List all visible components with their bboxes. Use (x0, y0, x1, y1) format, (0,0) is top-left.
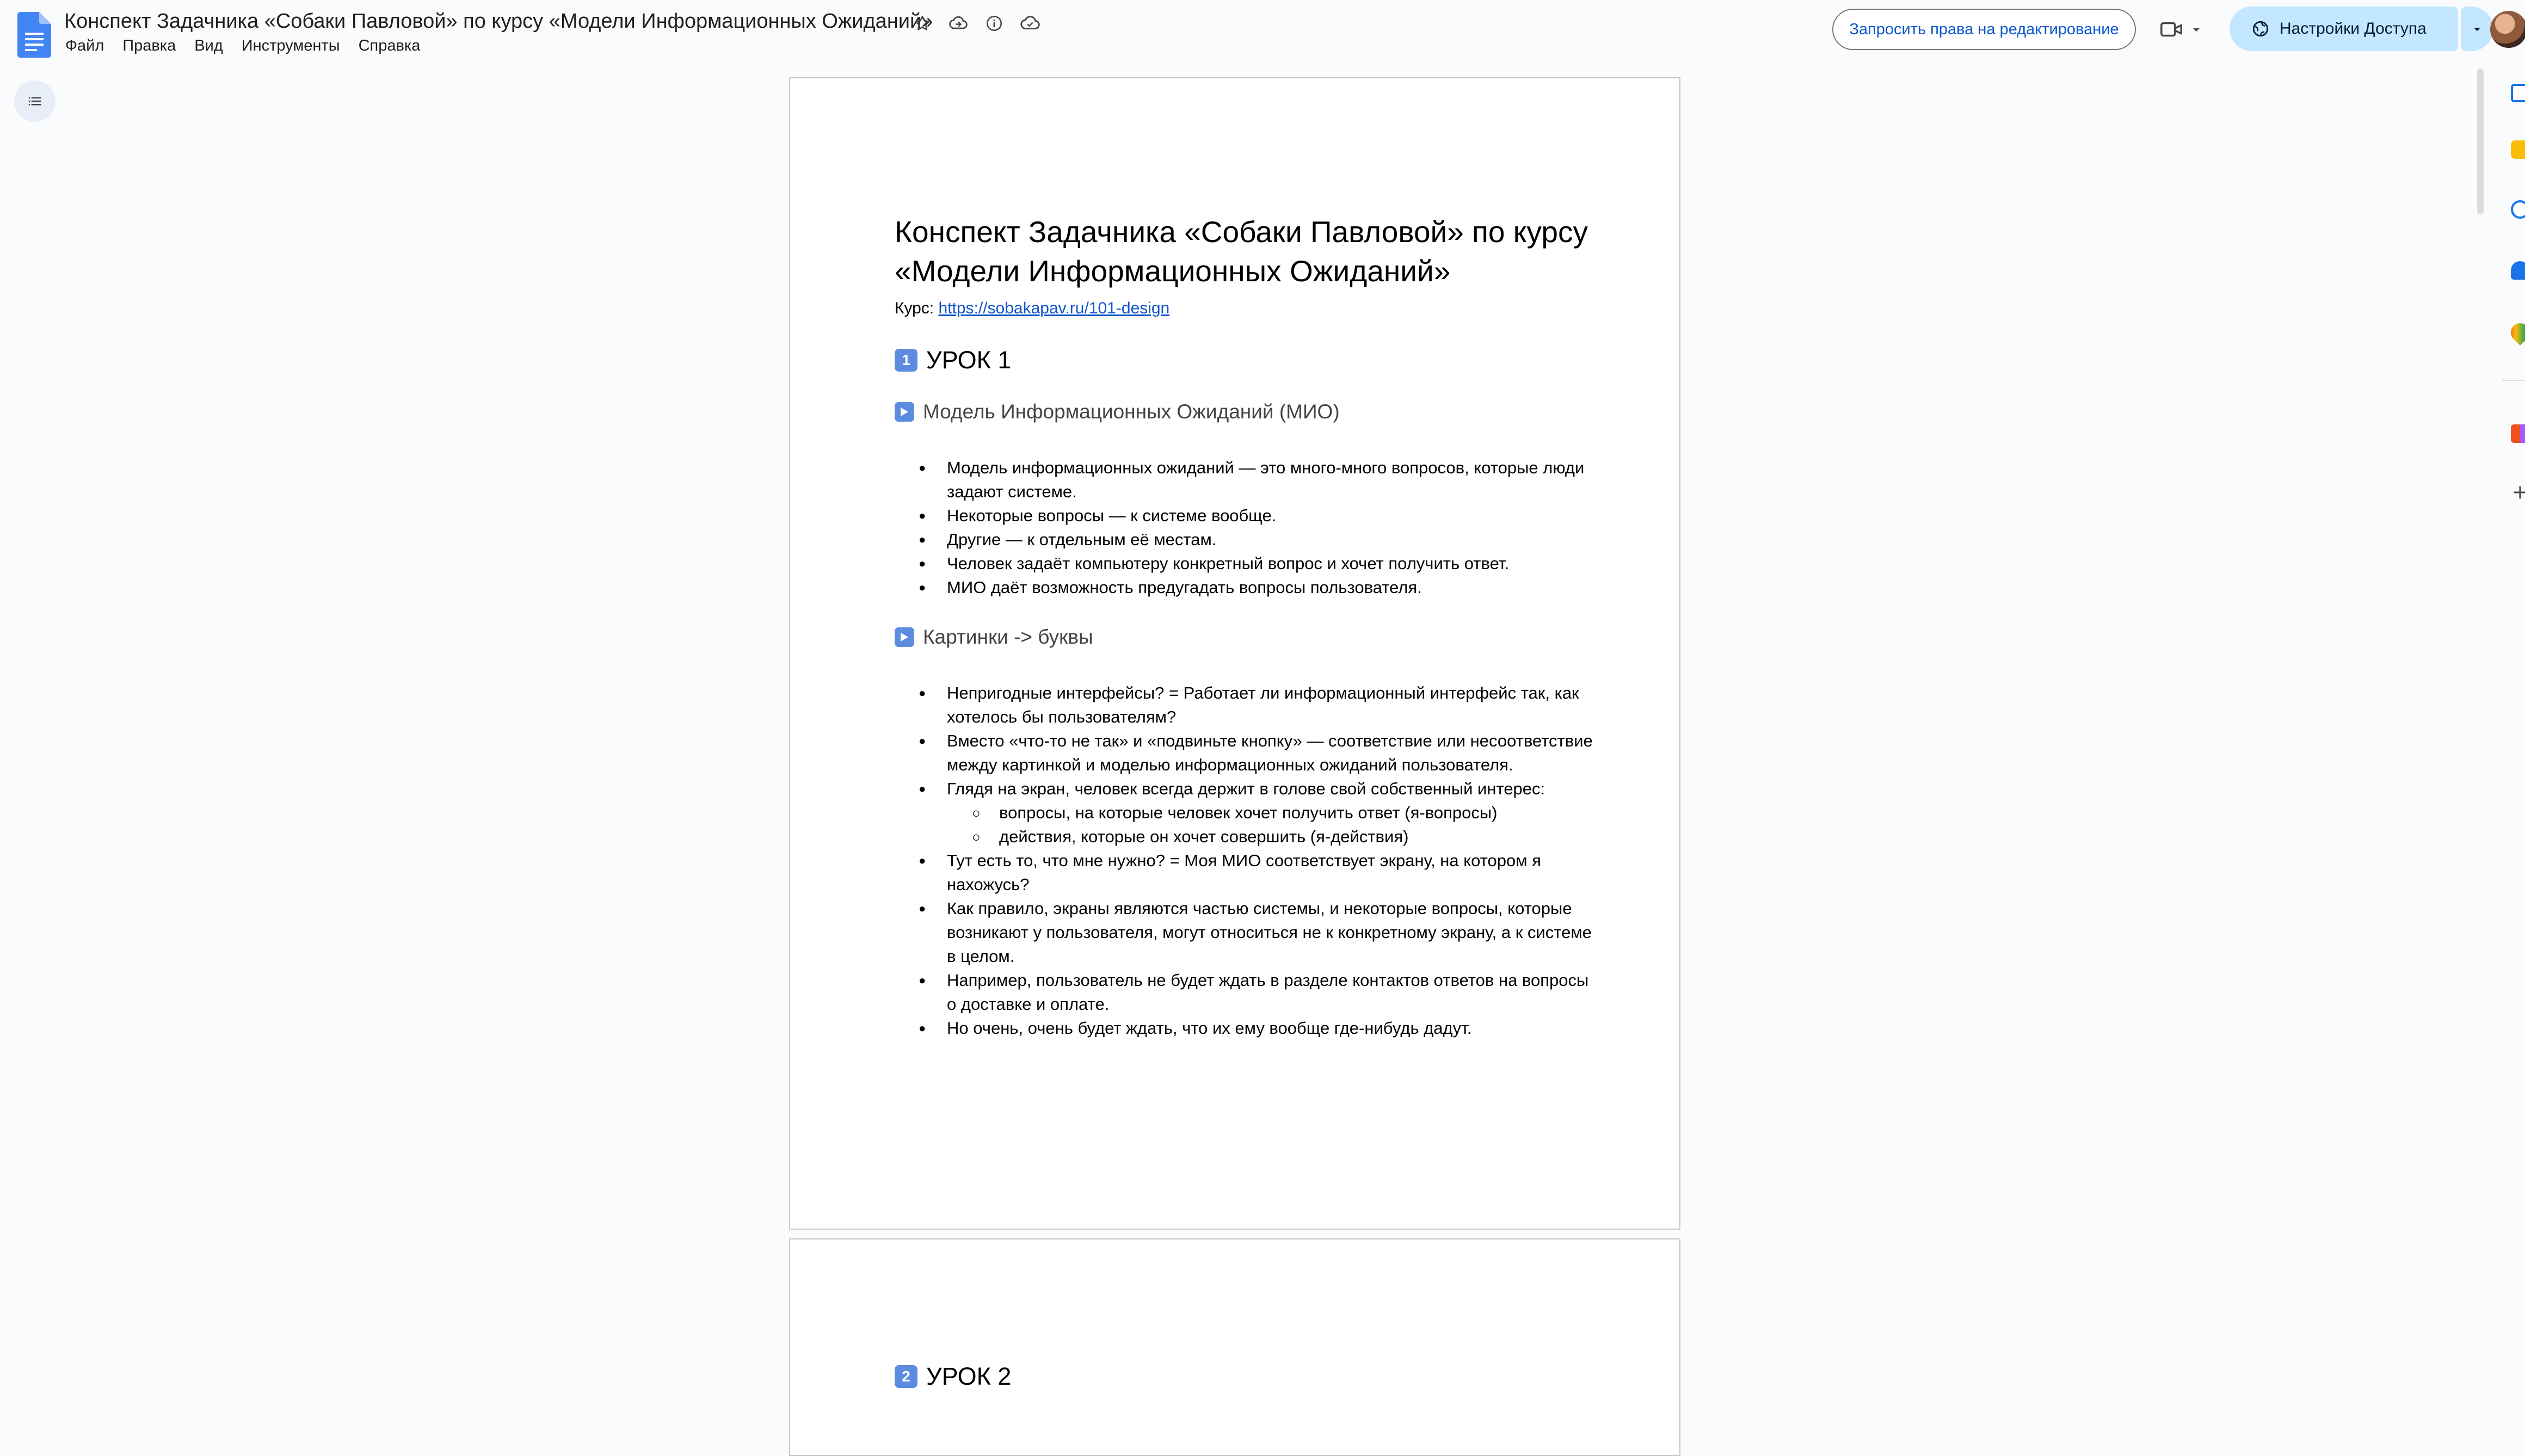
lesson-2-heading: 2 УРОК 2 (895, 1362, 1597, 1391)
document-page-1[interactable]: Конспект Задачника «Собаки Павловой» по … (789, 77, 1680, 1230)
course-label: Курс: (895, 299, 934, 317)
share-dropdown-button[interactable] (2461, 7, 2493, 51)
list-item: Непригодные интерфейсы? = Работает ли ин… (895, 681, 1597, 729)
list-item: Другие — к отдельным её местам. (895, 528, 1597, 552)
list-item: Человек задаёт компьютеру конкретный воп… (895, 552, 1597, 576)
menu-edit[interactable]: Правка (122, 37, 176, 55)
keycap-two-icon: 2 (895, 1365, 917, 1388)
cloud-saved-icon[interactable] (1018, 11, 1043, 36)
course-line: Курс: https://sobakapav.ru/101-design (895, 299, 1597, 318)
chevron-down-icon (2474, 28, 2480, 31)
video-camera-icon (2160, 22, 2182, 37)
list-item: Модель информационных ожиданий — это мно… (895, 456, 1597, 504)
globe-icon (2252, 21, 2269, 37)
list-subitem: действия, которые он хочет совершить (я-… (895, 825, 1597, 849)
move-to-drive-icon[interactable] (946, 11, 971, 36)
section-heading: Картинки -> буквы (895, 626, 1597, 649)
list-item: Глядя на экран, человек всегда держит в … (895, 777, 1597, 801)
scrollbar[interactable] (2475, 71, 2484, 1416)
calendar-icon[interactable] (2511, 84, 2525, 102)
menu-tools[interactable]: Инструменты (242, 37, 340, 55)
menu-file[interactable]: Файл (65, 37, 104, 55)
share-label: Настройки Доступа (2280, 20, 2427, 38)
side-panel-rail (2498, 71, 2525, 1416)
top-bar: Конспект Задачника «Собаки Павловой» по … (0, 0, 2525, 71)
lesson-2-title: УРОК 2 (926, 1362, 1012, 1390)
lesson-1-heading: 1 УРОК 1 (895, 346, 1597, 374)
add-icon[interactable] (2511, 483, 2525, 502)
chevron-down-icon (2193, 28, 2200, 32)
list-item: МИО даёт возможность предугадать вопросы… (895, 576, 1597, 600)
avatar[interactable] (2490, 11, 2525, 48)
document-page-2[interactable]: 2 УРОК 2 (789, 1238, 1680, 1456)
section-heading: Модель Информационных Ожиданий (МИО) (895, 400, 1597, 423)
bullet-list: Модель информационных ожиданий — это мно… (895, 456, 1597, 600)
keep-icon[interactable] (2511, 140, 2525, 159)
list-item: Тут есть то, что мне нужно? = Моя МИО со… (895, 849, 1597, 897)
document-title[interactable]: Конспект Задачника «Собаки Павловой» по … (64, 10, 933, 33)
list-icon (28, 97, 41, 106)
share-button[interactable]: Настройки Доступа (2230, 7, 2458, 51)
meet-button[interactable] (2159, 13, 2219, 46)
list-item: Например, пользователь не будет ждать в … (895, 968, 1597, 1016)
figma-icon[interactable] (2511, 424, 2525, 443)
document-outline-button[interactable] (14, 81, 56, 122)
maps-icon[interactable] (2506, 319, 2525, 346)
request-edit-access-button[interactable]: Запросить права на редактирование (1832, 9, 2136, 50)
bullet-list: Непригодные интерфейсы? = Работает ли ин… (895, 681, 1597, 1040)
rail-divider (2502, 380, 2525, 381)
play-button-icon (895, 402, 914, 422)
play-button-icon (895, 627, 914, 647)
menu-bar: Файл Правка Вид Инструменты Справка (65, 37, 439, 55)
list-item: Вместо «что-то не так» и «подвиньте кноп… (895, 729, 1597, 777)
list-item: Как правило, экраны являются частью сист… (895, 897, 1597, 968)
contacts-icon[interactable] (2511, 261, 2525, 280)
section-title: Картинки -> буквы (923, 626, 1093, 648)
star-icon[interactable] (910, 11, 935, 36)
section-title: Модель Информационных Ожиданий (МИО) (923, 400, 1340, 423)
keycap-one-icon: 1 (895, 349, 917, 372)
info-icon[interactable] (982, 11, 1007, 36)
list-item: Но очень, очень будет ждать, что их ему … (895, 1016, 1597, 1040)
list-item: Некоторые вопросы — к системе вообще. (895, 504, 1597, 528)
menu-view[interactable]: Вид (194, 37, 223, 55)
docs-logo-icon[interactable] (17, 12, 51, 58)
document-heading: Конспект Задачника «Собаки Павловой» по … (895, 215, 1588, 288)
scrollbar-thumb[interactable] (2477, 69, 2484, 214)
menu-help[interactable]: Справка (359, 37, 421, 55)
course-link[interactable]: https://sobakapav.ru/101-design (939, 299, 1170, 317)
tasks-icon[interactable] (2511, 200, 2525, 219)
lesson-1-title: УРОК 1 (926, 346, 1012, 374)
list-subitem: вопросы, на которые человек хочет получи… (895, 801, 1597, 825)
